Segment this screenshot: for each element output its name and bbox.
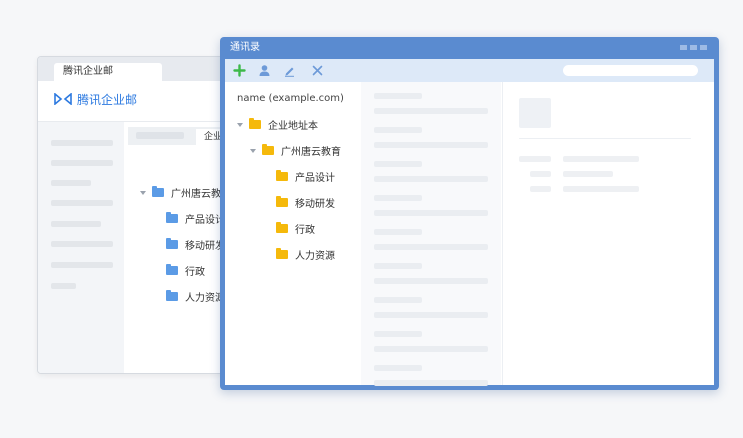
folder-icon: [166, 238, 178, 249]
sidebar-item-placeholder: [51, 180, 91, 186]
contact-detail-placeholder: [374, 380, 488, 386]
tree-row-department[interactable]: 移动研发: [166, 237, 225, 252]
background-sidebar: [38, 122, 124, 373]
tree-label: 广州唐云教育: [281, 147, 341, 158]
field-label-placeholder: [530, 171, 551, 177]
field-label-placeholder: [530, 186, 551, 192]
tree-label: 广州唐云教: [171, 189, 221, 200]
tree-row-department[interactable]: 人力资源: [276, 247, 335, 262]
tree-row-department[interactable]: 产品设计: [276, 169, 335, 184]
contact-name-placeholder: [374, 263, 422, 269]
folder-icon: [276, 170, 288, 181]
minimize-button[interactable]: [680, 45, 687, 50]
tree-label: 产品设计: [295, 173, 335, 184]
folder-icon: [262, 144, 274, 155]
sidebar-item-placeholder: [51, 200, 113, 206]
sidebar-item-placeholder: [51, 283, 76, 289]
tree-row-department[interactable]: 行政: [276, 221, 315, 236]
folder-icon: [166, 290, 178, 301]
tencent-mail-logo: 腾讯企业邮: [54, 91, 137, 107]
contact-detail-placeholder: [374, 312, 488, 318]
tab-placeholder: [136, 132, 184, 139]
tree-row-org[interactable]: 广州唐云教育: [250, 143, 341, 158]
sidebar-item-placeholder: [51, 241, 113, 247]
contacts-toolbar: [225, 59, 714, 82]
tree-row-department[interactable]: 移动研发: [276, 195, 335, 210]
field-value-placeholder: [563, 156, 639, 162]
contact-detail-panel: [502, 82, 714, 385]
contact-name-placeholder: [374, 161, 422, 167]
folder-icon: [276, 222, 288, 233]
background-mail-window: 腾讯企业邮 腾讯企业邮 企业 广州唐云教 产品设计 移动研发 行政 人力资源: [37, 56, 239, 374]
folder-icon: [276, 196, 288, 207]
contact-detail-placeholder: [374, 108, 488, 114]
field-value-placeholder: [563, 171, 613, 177]
window-controls: [677, 45, 707, 50]
tree-row-department[interactable]: 产品设计: [166, 211, 225, 226]
folder-icon: [249, 118, 261, 129]
tree-label: 移动研发: [295, 199, 335, 210]
address-book-tree: name (example.com) 企业地址本 广州唐云教育 产品设计 移动研…: [225, 82, 361, 385]
sidebar-item-placeholder: [51, 221, 101, 227]
avatar: [519, 98, 551, 128]
plus-icon[interactable]: [233, 64, 246, 77]
tree-label: 人力资源: [185, 293, 225, 304]
background-browser-tab[interactable]: 腾讯企业邮: [54, 63, 162, 81]
field-label-placeholder: [519, 156, 551, 162]
contact-detail-placeholder: [374, 346, 488, 352]
tree-row-address-book[interactable]: 企业地址本: [237, 117, 318, 132]
contact-name-placeholder: [374, 331, 422, 337]
tree-label: 人力资源: [295, 251, 335, 262]
contact-detail-placeholder: [374, 244, 488, 250]
tree-row-org[interactable]: 广州唐云教: [140, 185, 221, 200]
contacts-window: 通讯录 name (example.com) 企业地址本 广州唐云教育 产品设计…: [220, 37, 719, 390]
contacts-body: name (example.com) 企业地址本 广州唐云教育 产品设计 移动研…: [225, 59, 714, 386]
user-icon[interactable]: [258, 64, 271, 77]
maximize-button[interactable]: [690, 45, 697, 50]
expand-arrow-icon[interactable]: [140, 190, 146, 195]
tree-label: 行政: [185, 267, 205, 278]
contact-name-placeholder: [374, 229, 422, 235]
close-button[interactable]: [700, 45, 707, 50]
tencent-logo-icon: [54, 93, 72, 105]
contact-name-placeholder: [374, 195, 422, 201]
search-input[interactable]: [563, 65, 698, 76]
contact-name-placeholder: [374, 365, 422, 371]
contact-list: [361, 82, 501, 386]
tree-label: 产品设计: [185, 215, 225, 226]
account-header: name (example.com): [237, 93, 344, 104]
tree-label: 企业地址本: [268, 121, 318, 132]
tree-row-department[interactable]: 行政: [166, 263, 205, 278]
contact-detail-placeholder: [374, 142, 488, 148]
pen-icon[interactable]: [283, 64, 296, 77]
folder-icon: [152, 186, 164, 197]
contact-name-placeholder: [374, 297, 422, 303]
folder-icon: [166, 212, 178, 223]
close-icon[interactable]: [311, 64, 324, 77]
contact-name-placeholder: [374, 127, 422, 133]
window-title: 通讯录: [230, 42, 260, 53]
field-value-placeholder: [563, 186, 639, 192]
contact-detail-placeholder: [374, 176, 488, 182]
expand-arrow-icon[interactable]: [237, 122, 243, 127]
folder-icon: [166, 264, 178, 275]
background-titlebar: 腾讯企业邮: [38, 57, 238, 81]
sidebar-item-placeholder: [51, 140, 113, 146]
detail-divider: [519, 138, 691, 139]
sidebar-item-placeholder: [51, 262, 113, 268]
folder-icon: [276, 248, 288, 259]
sidebar-item-placeholder: [51, 160, 113, 166]
tree-row-department[interactable]: 人力资源: [166, 289, 225, 304]
tree-label: 移动研发: [185, 241, 225, 252]
contact-detail-placeholder: [374, 278, 488, 284]
contact-name-placeholder: [374, 93, 422, 99]
expand-arrow-icon[interactable]: [250, 148, 256, 153]
contact-detail-placeholder: [374, 210, 488, 216]
logo-text: 腾讯企业邮: [77, 92, 138, 107]
tree-label: 行政: [295, 225, 315, 236]
